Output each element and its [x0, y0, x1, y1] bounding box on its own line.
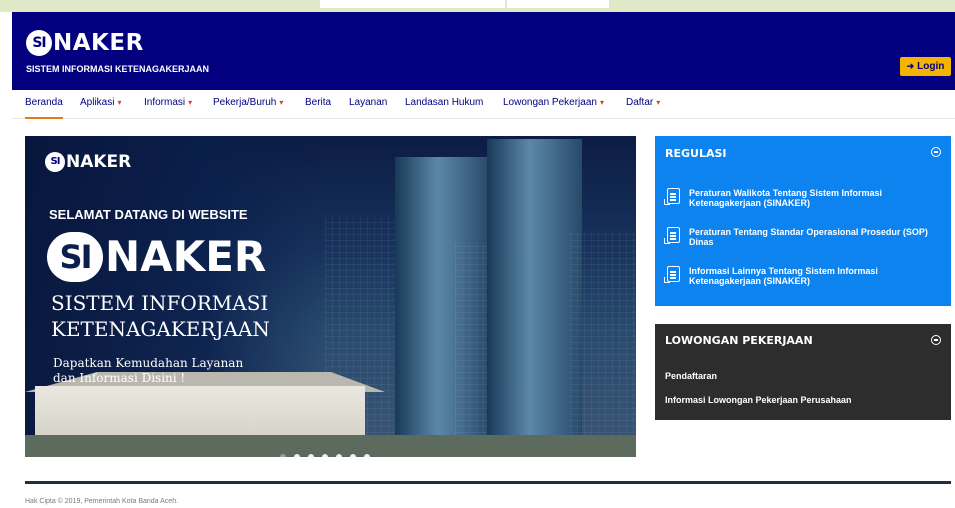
nav-item-label: Daftar	[626, 97, 654, 108]
nav-item-label: Lowongan Pekerjaan	[503, 97, 597, 108]
document-icon	[664, 266, 680, 283]
document-icon	[664, 188, 680, 205]
regulasi-panel: REGULASI Peraturan Walikota Tentang Sist…	[655, 136, 951, 306]
lowongan-header: LOWONGAN PEKERJAAN	[655, 324, 951, 358]
slide-brand-text: NAKER	[105, 232, 267, 281]
slide-subtitle-line1: Dapatkan Kemudahan Layanan	[53, 356, 244, 370]
nav-item-label: Pekerja/Buruh	[213, 97, 277, 108]
footer-divider	[25, 481, 951, 484]
top-background	[0, 0, 955, 12]
logo-text: NAKER	[53, 30, 144, 56]
nav-item-label: Informasi	[144, 97, 186, 108]
regulasi-item[interactable]: Informasi Lainnya Tentang Sistem Informa…	[664, 266, 947, 286]
regulasi-item-text: Informasi Lainnya Tentang Sistem Informa…	[689, 266, 878, 286]
site-tagline: SISTEM INFORMASI KETENAGAKERJAAN	[26, 64, 210, 74]
slide-brand-si: SI	[47, 232, 103, 282]
caret-down-icon: ▾	[599, 98, 604, 107]
nav-item-pekerja-buruh[interactable]: Pekerja/Buruh ▾	[213, 97, 283, 119]
regulasi-item[interactable]: Peraturan Walikota Tentang Sistem Inform…	[664, 188, 947, 208]
nav-item-label: Berita	[305, 97, 332, 108]
slider-dot[interactable]	[322, 454, 328, 457]
copyright-text: Hak Cipta © 2019, Pemerintah Kota Banda …	[25, 498, 179, 505]
lowongan-panel: LOWONGAN PEKERJAAN Pendaftaran Informasi…	[655, 324, 951, 420]
logo-si-badge: SI	[26, 30, 52, 56]
login-label: Login	[917, 61, 945, 72]
regulasi-item[interactable]: Peraturan Tentang Standar Operasional Pr…	[664, 227, 947, 247]
building	[487, 139, 582, 457]
background-bar	[320, 0, 505, 8]
nav-item-label: Aplikasi	[80, 97, 115, 108]
nav-item-aplikasi[interactable]: Aplikasi ▾	[80, 97, 121, 119]
slider-dot[interactable]	[350, 454, 356, 457]
slider-dot[interactable]	[336, 454, 342, 457]
slide-subtitle-line2: dan Informasi Disini !	[53, 371, 186, 385]
slide-brand: SI NAKER	[47, 232, 266, 282]
caret-down-icon: ▾	[188, 98, 193, 107]
nav-item-label: Layanan	[349, 97, 388, 108]
slide-title-line1: SISTEM INFORMASI	[51, 291, 269, 315]
slider-dot[interactable]	[364, 454, 370, 457]
slide-logo-text: NAKER	[66, 152, 132, 172]
nav-item-landasan-hukum[interactable]: Landasan Hukum	[405, 97, 483, 119]
slide-title-line2: KETENAGAKERJAAN	[51, 317, 270, 341]
collapse-icon[interactable]	[931, 335, 941, 345]
nav-item-beranda[interactable]: Beranda	[25, 97, 63, 119]
collapse-icon[interactable]	[931, 147, 941, 157]
nav-item-label: Landasan Hukum	[405, 97, 484, 108]
background-bar	[507, 0, 609, 8]
slide-welcome: SELAMAT DATANG DI WEBSITE	[49, 207, 248, 222]
regulasi-title: REGULASI	[665, 147, 727, 160]
caret-down-icon: ▾	[279, 98, 284, 107]
caret-down-icon: ▾	[656, 98, 661, 107]
main-nav: Beranda Aplikasi ▾ Informasi ▾ Pekerja/Buruh ▾…	[12, 90, 955, 119]
nav-item-layanan[interactable]: Layanan	[349, 97, 387, 119]
slide-logo: SI NAKER	[45, 152, 131, 172]
nav-item-lowongan-pekerjaan[interactable]: Lowongan Pekerjaan ▾	[503, 97, 604, 119]
nav-item-label: Beranda	[25, 97, 63, 108]
login-button[interactable]: ➜ Login	[900, 57, 951, 76]
slider-dot[interactable]	[294, 454, 300, 457]
building	[570, 232, 636, 457]
document-icon	[664, 227, 680, 244]
site-header: SI NAKER SISTEM INFORMASI KETENAGAKERJAAN…	[12, 12, 955, 90]
caret-down-icon: ▾	[117, 98, 122, 107]
slide-subtitle: Dapatkan Kemudahan Layanan dan Informasi…	[53, 356, 303, 386]
lowongan-link-informasi[interactable]: Informasi Lowongan Pekerjaan Perusahaan	[665, 395, 852, 405]
lowongan-title: LOWONGAN PEKERJAAN	[665, 334, 813, 347]
slide-logo-si: SI	[45, 152, 65, 172]
lowongan-link-pendaftaran[interactable]: Pendaftaran	[665, 371, 717, 381]
site-logo[interactable]: SI NAKER	[26, 30, 144, 56]
regulasi-item-text: Peraturan Walikota Tentang Sistem Inform…	[689, 188, 883, 208]
slider-dot[interactable]	[280, 454, 286, 457]
regulasi-header: REGULASI	[655, 136, 951, 174]
sign-in-icon: ➜	[906, 61, 915, 71]
slider-dots	[280, 447, 378, 457]
slider-dot[interactable]	[308, 454, 314, 457]
nav-item-daftar[interactable]: Daftar ▾	[626, 97, 660, 119]
regulasi-item-text: Peraturan Tentang Standar Operasional Pr…	[689, 227, 928, 247]
hero-slider[interactable]: SI NAKER SELAMAT DATANG DI WEBSITE SI NAKE…	[25, 136, 636, 457]
nav-item-informasi[interactable]: Informasi ▾	[144, 97, 192, 119]
nav-item-berita[interactable]: Berita	[305, 97, 331, 119]
